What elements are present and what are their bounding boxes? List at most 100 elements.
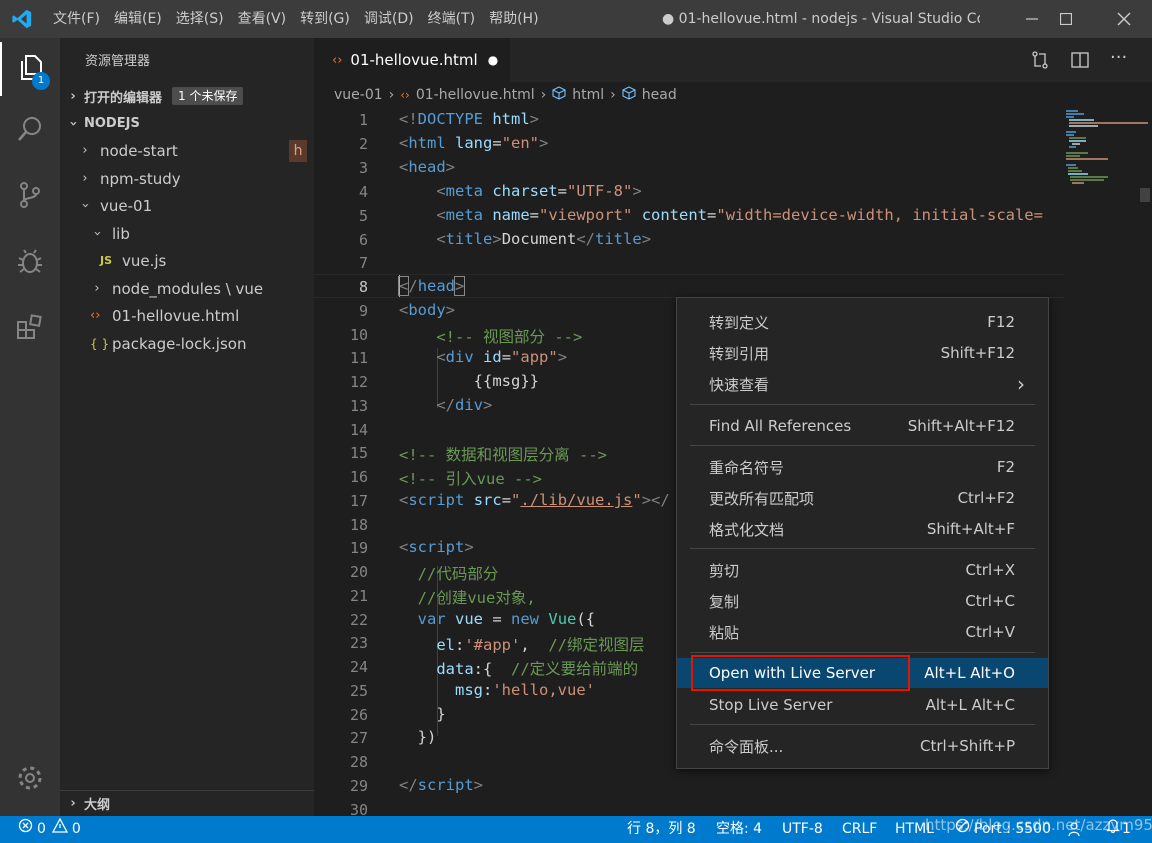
extensions-icon bbox=[15, 312, 45, 346]
line-number: 27 bbox=[349, 729, 368, 747]
menu-debug[interactable]: 调试(D) bbox=[357, 0, 421, 38]
open-editors-header[interactable]: › 打开的编辑器 1 个未保存 bbox=[60, 83, 314, 109]
problems-indicator[interactable]: 0 0 bbox=[18, 816, 81, 843]
menu-item-command-palette[interactable]: 命令面板... Ctrl+Shift+P bbox=[677, 731, 1048, 761]
breadcrumb: vue-01 › ‹› 01-hellovue.html › html › he… bbox=[314, 82, 1152, 108]
minimap[interactable] bbox=[1064, 108, 1152, 816]
debug-activity[interactable] bbox=[0, 236, 60, 290]
html-file-icon: ‹› bbox=[90, 308, 101, 323]
unsaved-dot-icon[interactable]: ● bbox=[488, 53, 498, 67]
code-line: {{msg}} bbox=[399, 372, 539, 390]
code-line: <!DOCTYPE html> bbox=[399, 110, 540, 128]
tree-item-lib[interactable]: › lib bbox=[60, 220, 314, 247]
source-control-activity[interactable] bbox=[0, 170, 60, 224]
search-activity[interactable] bbox=[0, 104, 60, 158]
menu-item-copy[interactable]: 复制 Ctrl+C bbox=[677, 586, 1048, 616]
code-line: <title>Document</title> bbox=[436, 230, 652, 248]
javascript-file-icon: JS bbox=[100, 254, 113, 267]
code-line: </div> bbox=[436, 396, 493, 414]
vscode-logo-icon[interactable] bbox=[0, 0, 44, 38]
outline-header[interactable]: › 大纲 bbox=[60, 790, 314, 816]
open-changes-button[interactable] bbox=[1030, 50, 1050, 74]
menu-item-label: Stop Live Server bbox=[709, 696, 833, 714]
maximize-button[interactable] bbox=[1042, 0, 1090, 38]
code-line: <head> bbox=[399, 158, 456, 176]
code-line: msg:'hello,vue' bbox=[455, 681, 595, 699]
indentation-setting[interactable]: 空格: 4 bbox=[716, 816, 762, 843]
line-number: 5 bbox=[358, 207, 368, 225]
menu-go[interactable]: 转到(G) bbox=[293, 0, 357, 38]
line-number: 4 bbox=[358, 183, 368, 201]
menu-item-paste[interactable]: 粘贴 Ctrl+V bbox=[677, 617, 1048, 647]
eol-setting[interactable]: CRLF bbox=[842, 816, 877, 843]
encoding-setting[interactable]: UTF-8 bbox=[782, 816, 823, 843]
menu-item-find-all-references[interactable]: Find All References Shift+Alt+F12 bbox=[677, 411, 1048, 441]
menu-view[interactable]: 查看(V) bbox=[231, 0, 294, 38]
menu-item-change-all-occurrences[interactable]: 更改所有匹配项 Ctrl+F2 bbox=[677, 483, 1048, 513]
settings-activity[interactable] bbox=[0, 753, 60, 807]
menu-item-stop-live-server[interactable]: Stop Live Server Alt+L Alt+C bbox=[677, 690, 1048, 720]
tree-item-label: 01-hellovue.html bbox=[112, 306, 240, 325]
menu-item-label: 转到引用 bbox=[709, 344, 770, 363]
code-line: <meta charset="UTF-8"> bbox=[436, 182, 642, 200]
menu-edit[interactable]: 编辑(E) bbox=[107, 0, 169, 38]
menu-item-peek[interactable]: 快速查看 › bbox=[677, 369, 1048, 399]
breadcrumb-file[interactable]: 01-hellovue.html bbox=[416, 87, 535, 103]
menu-selection[interactable]: 选择(S) bbox=[169, 0, 231, 38]
tree-item-01-hellovue-html[interactable]: ‹› 01-hellovue.html bbox=[60, 302, 314, 329]
breadcrumb-folder[interactable]: vue-01 bbox=[334, 87, 383, 103]
workspace-label: NODEJS bbox=[84, 115, 140, 131]
extensions-activity[interactable] bbox=[0, 302, 60, 356]
chevron-right-icon: › bbox=[70, 796, 76, 811]
line-number: 16 bbox=[349, 468, 368, 486]
menu-item-cut[interactable]: 剪切 Ctrl+X bbox=[677, 555, 1048, 585]
open-editors-label: 打开的编辑器 bbox=[84, 90, 163, 106]
close-window-button[interactable] bbox=[1100, 0, 1148, 38]
code-line: </head> bbox=[397, 276, 466, 296]
breadcrumb-symbol-html[interactable]: html bbox=[572, 87, 604, 103]
split-editor-button[interactable] bbox=[1070, 50, 1090, 74]
explorer-badge: 1 bbox=[32, 72, 50, 90]
line-number: 30 bbox=[349, 801, 368, 816]
minimap-slider[interactable] bbox=[1140, 188, 1150, 202]
workspace-header[interactable]: › NODEJS bbox=[60, 110, 314, 136]
menu-item-go-to-references[interactable]: 转到引用 Shift+F12 bbox=[677, 338, 1048, 368]
tree-item-label: vue.js bbox=[122, 251, 167, 270]
line-number: 17 bbox=[349, 492, 368, 510]
bug-icon bbox=[15, 246, 45, 280]
tree-item-vue-01[interactable]: › vue-01 bbox=[60, 192, 314, 219]
cursor-position[interactable]: 行 8，列 8 bbox=[627, 816, 696, 843]
code-line: data:{ //定义要给前端的 bbox=[436, 660, 639, 678]
menu-item-label: 重命名符号 bbox=[709, 458, 785, 477]
menu-item-rename-symbol[interactable]: 重命名符号 F2 bbox=[677, 452, 1048, 482]
menu-file[interactable]: 文件(F) bbox=[46, 0, 107, 38]
menu-separator bbox=[690, 724, 1035, 725]
chevron-right-icon: › bbox=[540, 87, 547, 103]
code-line: <body> bbox=[399, 301, 456, 319]
explorer-activity[interactable]: 1 bbox=[0, 42, 60, 96]
chevron-right-icon: › bbox=[388, 87, 395, 103]
ellipsis-icon: ··· bbox=[1110, 47, 1128, 68]
menu-help[interactable]: 帮助(H) bbox=[482, 0, 545, 38]
menu-item-go-to-definition[interactable]: 转到定义 F12 bbox=[677, 307, 1048, 337]
tree-item-label: node_modules \ vue bbox=[112, 279, 264, 298]
tree-item-npm-study[interactable]: › npm-study bbox=[60, 165, 314, 192]
menu-item-shortcut: Ctrl+V bbox=[965, 623, 1015, 641]
tree-item-label: npm-study bbox=[100, 169, 181, 188]
tree-item-node-start[interactable]: › node-start h bbox=[60, 137, 314, 164]
menu-separator bbox=[690, 445, 1035, 446]
menu-item-format-document[interactable]: 格式化文档 Shift+Alt+F bbox=[677, 514, 1048, 544]
tab-01-hellovue-html[interactable]: ‹› 01-hellovue.html ● bbox=[314, 38, 510, 82]
breadcrumb-symbol-head[interactable]: head bbox=[642, 87, 677, 103]
tree-item-vue-js[interactable]: JS vue.js bbox=[60, 247, 314, 274]
line-number: 11 bbox=[349, 349, 368, 367]
menu-item-label: 更改所有匹配项 bbox=[709, 489, 815, 508]
menu-item-shortcut: Shift+Alt+F bbox=[926, 520, 1015, 538]
menu-item-shortcut: Ctrl+X bbox=[965, 561, 1015, 579]
code-line: <div id="app"> bbox=[436, 348, 568, 366]
more-actions-button[interactable]: ··· bbox=[1110, 47, 1127, 68]
menu-terminal[interactable]: 终端(T) bbox=[421, 0, 482, 38]
status-bar: 0 0 行 8，列 8 空格: 4 UTF-8 CRLF HTML Port :… bbox=[0, 816, 1152, 843]
tree-item-package-lock-json[interactable]: { } package-lock.json bbox=[60, 330, 314, 357]
tree-item-node-modules-vue[interactable]: › node_modules \ vue bbox=[60, 275, 314, 302]
